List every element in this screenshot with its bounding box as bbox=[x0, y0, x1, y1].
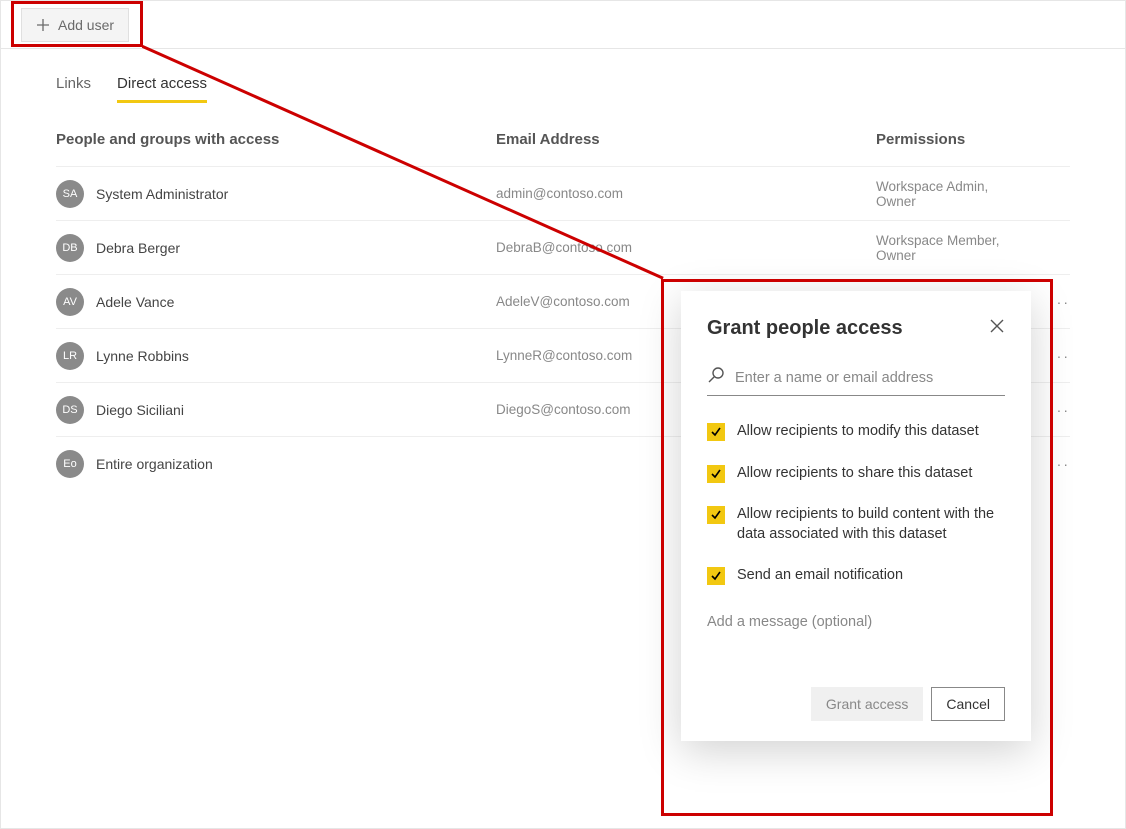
dialog-header: Grant people access bbox=[707, 317, 1005, 340]
close-icon bbox=[989, 321, 1005, 338]
page-root: Add user Links Direct access People and … bbox=[0, 0, 1126, 829]
grant-access-button[interactable]: Grant access bbox=[811, 687, 923, 721]
avatar: AV bbox=[56, 288, 84, 316]
table-row: DB Debra Berger DebraB@contoso.com Works… bbox=[56, 220, 1070, 274]
option-modify[interactable]: Allow recipients to modify this dataset bbox=[707, 422, 1005, 442]
avatar: DB bbox=[56, 234, 84, 262]
row-name: Lynne Robbins bbox=[96, 348, 189, 364]
option-label: Send an email notification bbox=[737, 566, 903, 586]
add-user-button[interactable]: Add user bbox=[21, 8, 129, 42]
row-name-cell: DS Diego Siciliani bbox=[56, 396, 496, 424]
checkbox-checked-icon bbox=[707, 506, 725, 524]
avatar: SA bbox=[56, 180, 84, 208]
row-more-button[interactable]: ··· bbox=[1030, 348, 1070, 364]
row-permissions: Workspace Member, Owner bbox=[876, 233, 1030, 263]
row-name: Entire organization bbox=[96, 456, 213, 472]
option-notify[interactable]: Send an email notification bbox=[707, 566, 1005, 586]
row-email: admin@contoso.com bbox=[496, 186, 876, 201]
col-permissions: Permissions bbox=[876, 131, 1070, 148]
dialog-close-button[interactable] bbox=[989, 318, 1005, 339]
search-icon bbox=[707, 366, 725, 389]
plus-icon bbox=[36, 18, 50, 32]
dialog-footer: Grant access Cancel bbox=[707, 687, 1005, 721]
tabs: Links Direct access bbox=[1, 75, 1125, 103]
row-name: Adele Vance bbox=[96, 294, 174, 310]
cancel-button[interactable]: Cancel bbox=[931, 687, 1005, 721]
option-label: Allow recipients to modify this dataset bbox=[737, 422, 979, 442]
avatar: LR bbox=[56, 342, 84, 370]
dialog-title: Grant people access bbox=[707, 317, 903, 340]
checkbox-checked-icon bbox=[707, 423, 725, 441]
add-user-label: Add user bbox=[58, 17, 114, 33]
option-label: Allow recipients to share this dataset bbox=[737, 464, 972, 484]
table-header: People and groups with access Email Addr… bbox=[56, 131, 1070, 166]
avatar: DS bbox=[56, 396, 84, 424]
table-row: SA System Administrator admin@contoso.co… bbox=[56, 166, 1070, 220]
row-permissions: Workspace Admin, Owner bbox=[876, 179, 1030, 209]
recipient-search-row bbox=[707, 366, 1005, 396]
toolbar: Add user bbox=[1, 1, 1125, 49]
row-more-button[interactable]: ··· bbox=[1030, 402, 1070, 418]
tab-direct-access[interactable]: Direct access bbox=[117, 75, 207, 103]
avatar: Eo bbox=[56, 450, 84, 478]
grant-access-dialog: Grant people access Allow recipients to … bbox=[681, 291, 1031, 741]
col-people: People and groups with access bbox=[56, 131, 496, 148]
row-name: System Administrator bbox=[96, 186, 228, 202]
checkbox-checked-icon bbox=[707, 567, 725, 585]
col-email: Email Address bbox=[496, 131, 876, 148]
tab-links[interactable]: Links bbox=[56, 75, 91, 103]
row-more-button[interactable]: ··· bbox=[1030, 294, 1070, 310]
option-label: Allow recipients to build content with t… bbox=[737, 505, 1005, 544]
row-email: DebraB@contoso.com bbox=[496, 240, 876, 255]
row-name-cell: LR Lynne Robbins bbox=[56, 342, 496, 370]
row-name-cell: AV Adele Vance bbox=[56, 288, 496, 316]
option-build[interactable]: Allow recipients to build content with t… bbox=[707, 505, 1005, 544]
recipient-input[interactable] bbox=[735, 370, 1005, 386]
row-name-cell: SA System Administrator bbox=[56, 180, 496, 208]
option-share[interactable]: Allow recipients to share this dataset bbox=[707, 464, 1005, 484]
row-name: Debra Berger bbox=[96, 240, 180, 256]
row-name-cell: DB Debra Berger bbox=[56, 234, 496, 262]
row-name-cell: Eo Entire organization bbox=[56, 450, 496, 478]
row-more-button[interactable]: ··· bbox=[1030, 456, 1070, 472]
message-input[interactable] bbox=[707, 614, 1005, 674]
checkbox-checked-icon bbox=[707, 465, 725, 483]
row-name: Diego Siciliani bbox=[96, 402, 184, 418]
